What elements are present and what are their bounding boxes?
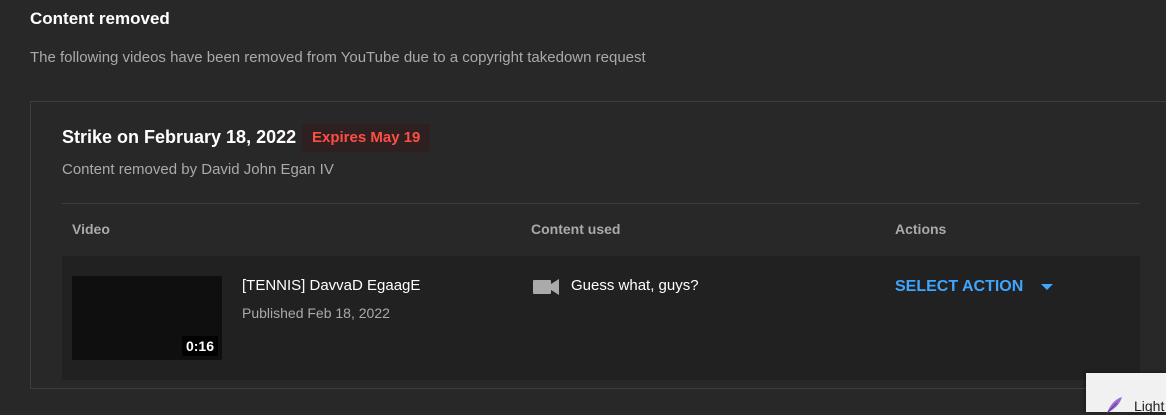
select-action-dropdown[interactable]: SELECT ACTION	[895, 276, 1054, 298]
content-used-title: Guess what, guys?	[571, 277, 699, 294]
column-header-content-used: Content used	[531, 221, 621, 237]
section-title: Content removed	[30, 9, 170, 28]
feather-icon	[1106, 397, 1122, 414]
floating-widget[interactable]: Light	[1086, 373, 1166, 414]
duration-badge: 0:16	[181, 336, 218, 356]
section-description: The following videos have been removed f…	[30, 49, 646, 66]
column-header-video: Video	[72, 221, 110, 237]
video-thumbnail[interactable]: 0:16	[72, 276, 222, 360]
video-title[interactable]: [TENNIS] DavvaD EgaagE	[242, 277, 420, 294]
strike-title: Strike on February 18, 2022	[62, 127, 297, 147]
expires-badge: Expires May 19	[302, 124, 431, 152]
published-date: Published Feb 18, 2022	[242, 305, 390, 321]
table-header: Video Content used Actions	[62, 204, 1140, 256]
select-action-label: SELECT ACTION	[895, 278, 1024, 295]
column-header-actions: Actions	[895, 221, 947, 237]
removed-by-text: Content removed by David John Egan IV	[62, 161, 334, 178]
strike-card: Strike on February 18, 2022 Expires May …	[30, 101, 1166, 389]
table-row: 0:16 [TENNIS] DavvaD EgaagE Published Fe…	[62, 256, 1140, 380]
video-camera-icon	[533, 279, 559, 295]
chevron-down-icon	[1041, 284, 1054, 290]
removed-content-table: Video Content used Actions 0:16 [TENNIS]…	[62, 203, 1140, 380]
